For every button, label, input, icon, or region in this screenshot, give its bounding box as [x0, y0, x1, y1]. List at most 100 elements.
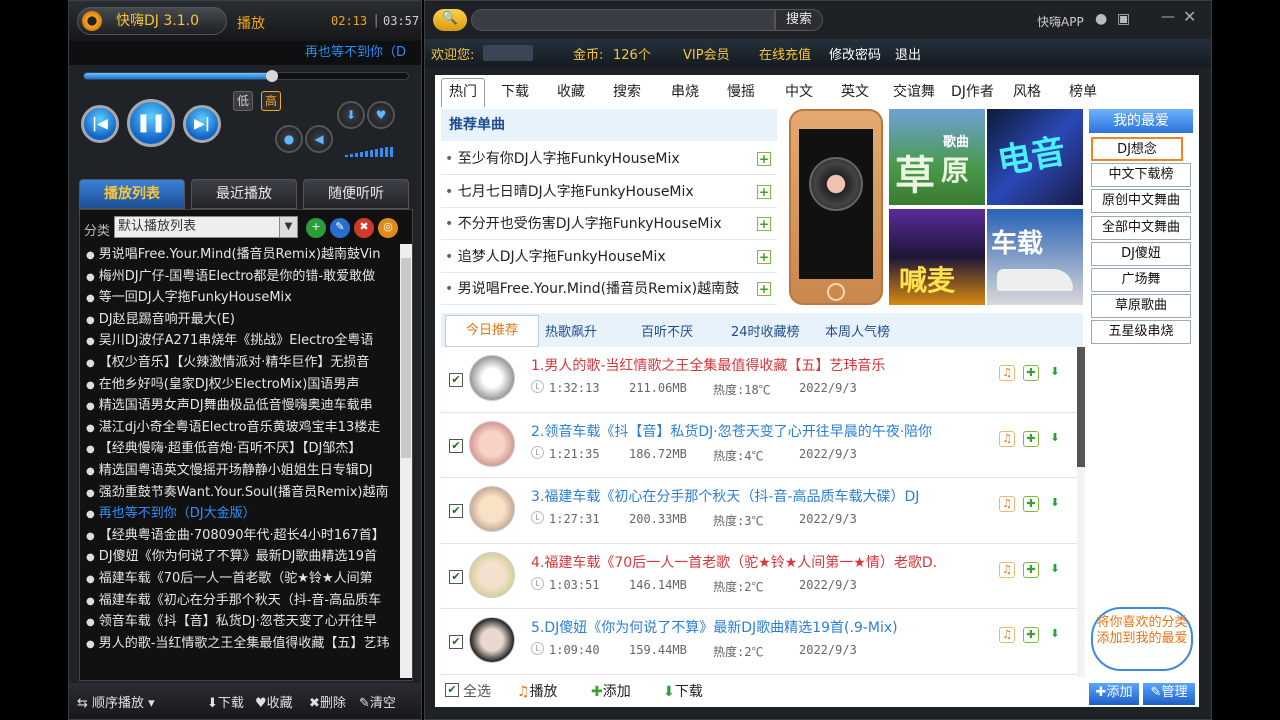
- playlist-item[interactable]: ● 等一回DJ人字拖FunkyHouseMix: [82, 287, 398, 309]
- favorite-item[interactable]: 原创中文舞曲: [1091, 189, 1191, 214]
- song-row[interactable]: ✔ 5.DJ傻妞《你为何说了不算》最新DJ歌曲精选19首(.9-Mix) L 1:09…: [441, 609, 1077, 675]
- song-title[interactable]: 1.男人的歌-当红情歌之王全集最值得收藏【五】艺玮音乐: [531, 355, 991, 375]
- tab-recent[interactable]: 最近播放: [191, 179, 297, 209]
- play-icon[interactable]: ♫: [999, 561, 1015, 578]
- song-checkbox[interactable]: ✔: [449, 635, 463, 650]
- tab-song[interactable]: 百听不厌: [641, 321, 693, 340]
- playlist-item[interactable]: ● 男说唱Free.Your.Mind(播音员Remix)越南鼓Vin: [82, 244, 398, 266]
- volume-bars[interactable]: [345, 147, 399, 157]
- playlist-item[interactable]: ● 在他乡好吗(皇家DJ权少ElectroMix)国语男声: [82, 374, 398, 396]
- play-icon[interactable]: ♫: [999, 430, 1015, 447]
- add-list-icon[interactable]: +: [306, 218, 326, 238]
- edit-list-icon[interactable]: ✎: [330, 218, 350, 238]
- tile-electronic[interactable]: 电音: [987, 109, 1083, 205]
- download-icon[interactable]: ⬇: [337, 101, 365, 129]
- song-row[interactable]: ✔ 4.福建车载《70后一人一首老歌（驼★铃★人间第一★情）老歌D. L 1:03:5…: [441, 544, 1077, 610]
- tab-category[interactable]: 交谊舞: [893, 81, 935, 101]
- download-icon[interactable]: ⬇: [1047, 365, 1063, 381]
- favorite-item[interactable]: DJ傻妞: [1091, 241, 1191, 266]
- search-button[interactable]: 搜索: [775, 9, 823, 31]
- add-icon[interactable]: +: [757, 184, 771, 199]
- tab-category[interactable]: 串烧: [671, 81, 699, 101]
- tab-song[interactable]: 本周人气榜: [825, 321, 890, 340]
- previous-button[interactable]: |◀: [81, 105, 119, 143]
- heart-icon[interactable]: ♥: [367, 101, 395, 129]
- recommend-item[interactable]: • 七月七日晴DJ人字拖FunkyHouseMix +: [441, 176, 777, 208]
- locate-list-icon[interactable]: ◎: [378, 218, 398, 238]
- quality-low-button[interactable]: 低: [233, 91, 253, 111]
- favorites-manage-button[interactable]: ✎管理: [1143, 683, 1195, 705]
- mute-icon[interactable]: ◀: [305, 125, 333, 153]
- download-button[interactable]: ⬇下载: [207, 692, 244, 711]
- phone-banner[interactable]: [789, 109, 883, 305]
- playlist-item[interactable]: ● 强劲重鼓节奏Want.Your.Soul(播音员Remix)越南: [82, 482, 398, 504]
- play-icon[interactable]: ♫: [999, 365, 1015, 381]
- song-checkbox[interactable]: ✔: [449, 569, 463, 584]
- footer-play-button[interactable]: ♫播放: [517, 681, 558, 701]
- favorite-item[interactable]: 草原歌曲: [1091, 294, 1191, 319]
- progress-bar[interactable]: [83, 70, 409, 82]
- quality-high-button[interactable]: 高: [261, 91, 281, 111]
- playlist-scrollbar[interactable]: [400, 244, 412, 678]
- playlist-item[interactable]: ● 男人的歌-当红情歌之王全集最值得收藏【五】艺玮: [82, 633, 398, 655]
- add-icon[interactable]: ✚: [1023, 496, 1039, 513]
- recommend-item[interactable]: • 追梦人DJ人字拖FunkyHouseMix +: [441, 241, 777, 273]
- add-icon[interactable]: +: [757, 217, 771, 231]
- tab-random[interactable]: 随便听听: [303, 179, 409, 209]
- song-scrollbar[interactable]: [1077, 347, 1085, 677]
- search-icon[interactable]: 🔍: [433, 9, 467, 31]
- tab-category[interactable]: 榜单: [1069, 81, 1097, 101]
- playlist-item[interactable]: ● 再也等不到你（DJ大金版）: [82, 503, 398, 525]
- playlist-item[interactable]: ● 【经典慢嗨·超重低音炮·百听不厌】【DJ邹杰】: [82, 438, 398, 460]
- song-title[interactable]: 3.福建车载《初心在分手那个秋天（抖-音-高品质车载大碟）DJ: [531, 486, 991, 506]
- logout-link[interactable]: 退出: [895, 44, 921, 63]
- tile-car[interactable]: 车载: [987, 209, 1083, 305]
- change-password-link[interactable]: 修改密码: [829, 44, 881, 63]
- favorite-button[interactable]: ♥收藏: [255, 692, 293, 711]
- android-icon[interactable]: ▣: [1117, 11, 1130, 27]
- tab-song[interactable]: 24时收藏榜: [731, 321, 800, 340]
- song-title[interactable]: 5.DJ傻妞《你为何说了不算》最新DJ歌曲精选19首(.9-Mix): [531, 617, 991, 637]
- favorites-add-button[interactable]: ✚添加: [1089, 683, 1139, 705]
- footer-download-button[interactable]: ⬇下载: [663, 681, 703, 701]
- song-title[interactable]: 2.领音车载《抖【音】私货DJ·忽苍天变了心开往早晨的午夜·陪你: [531, 421, 991, 441]
- playlist-item[interactable]: ● 精选国语男女声DJ舞曲极品低音慢嗨奥迪车载串: [82, 395, 398, 417]
- tab-category[interactable]: 下载: [501, 81, 529, 101]
- category-select[interactable]: 默认播放列表 ▼: [114, 216, 298, 238]
- playlist-item[interactable]: ● 梅州DJ广仔-国粤语Electro都是你的错-敢爱敢做: [82, 266, 398, 288]
- play-order-button[interactable]: ⇆ 顺序播放 ▾: [77, 692, 155, 711]
- clear-button[interactable]: ✎清空: [359, 692, 396, 711]
- favorite-item[interactable]: 中文下载榜: [1091, 163, 1191, 188]
- add-icon[interactable]: +: [757, 282, 771, 296]
- vip-link[interactable]: VIP会员: [683, 44, 730, 63]
- tile-grassland[interactable]: 草 歌曲 原: [889, 109, 985, 205]
- app-download-link[interactable]: 快嗨APP: [1037, 13, 1084, 30]
- tab-category[interactable]: 慢摇: [727, 81, 755, 101]
- tab-category[interactable]: 英文: [841, 81, 869, 101]
- playlist-item[interactable]: ● 精选国粤语英文慢摇开场静静小姐姐生日专辑DJ: [82, 460, 398, 482]
- tab-category[interactable]: 中文: [785, 81, 813, 101]
- recommend-item[interactable]: • 不分开也受伤害DJ人字拖FunkyHouseMix +: [441, 208, 777, 240]
- song-checkbox[interactable]: ✔: [449, 373, 463, 387]
- tab-category[interactable]: 搜索: [613, 81, 641, 101]
- record-icon[interactable]: ●: [275, 125, 303, 153]
- delete-list-icon[interactable]: ✖: [354, 218, 374, 238]
- tab-category[interactable]: DJ作者: [951, 81, 994, 101]
- download-icon[interactable]: ⬇: [1047, 496, 1063, 513]
- download-icon[interactable]: ⬇: [1047, 561, 1063, 578]
- tab-category[interactable]: 收藏: [557, 81, 585, 101]
- play-icon[interactable]: ♫: [999, 627, 1015, 644]
- play-icon[interactable]: ♫: [999, 496, 1015, 513]
- tile-hanmai[interactable]: 喊麦: [889, 209, 985, 305]
- apple-icon[interactable]: ●: [1095, 11, 1107, 27]
- recommend-item[interactable]: • 至少有你DJ人字拖FunkyHouseMix +: [441, 143, 777, 175]
- song-scroll-thumb[interactable]: [1077, 347, 1085, 467]
- pause-button[interactable]: ❚❚: [127, 99, 175, 147]
- download-icon[interactable]: ⬇: [1047, 430, 1063, 447]
- playlist-item[interactable]: ● 福建车载《70后一人一首老歌（驼★铃★人间第: [82, 568, 398, 590]
- download-icon[interactable]: ⬇: [1047, 627, 1063, 644]
- add-icon[interactable]: +: [757, 249, 771, 264]
- favorite-item[interactable]: 五星级串烧: [1091, 320, 1191, 345]
- tab-category[interactable]: 热门: [441, 78, 485, 107]
- add-icon[interactable]: ✚: [1023, 365, 1039, 381]
